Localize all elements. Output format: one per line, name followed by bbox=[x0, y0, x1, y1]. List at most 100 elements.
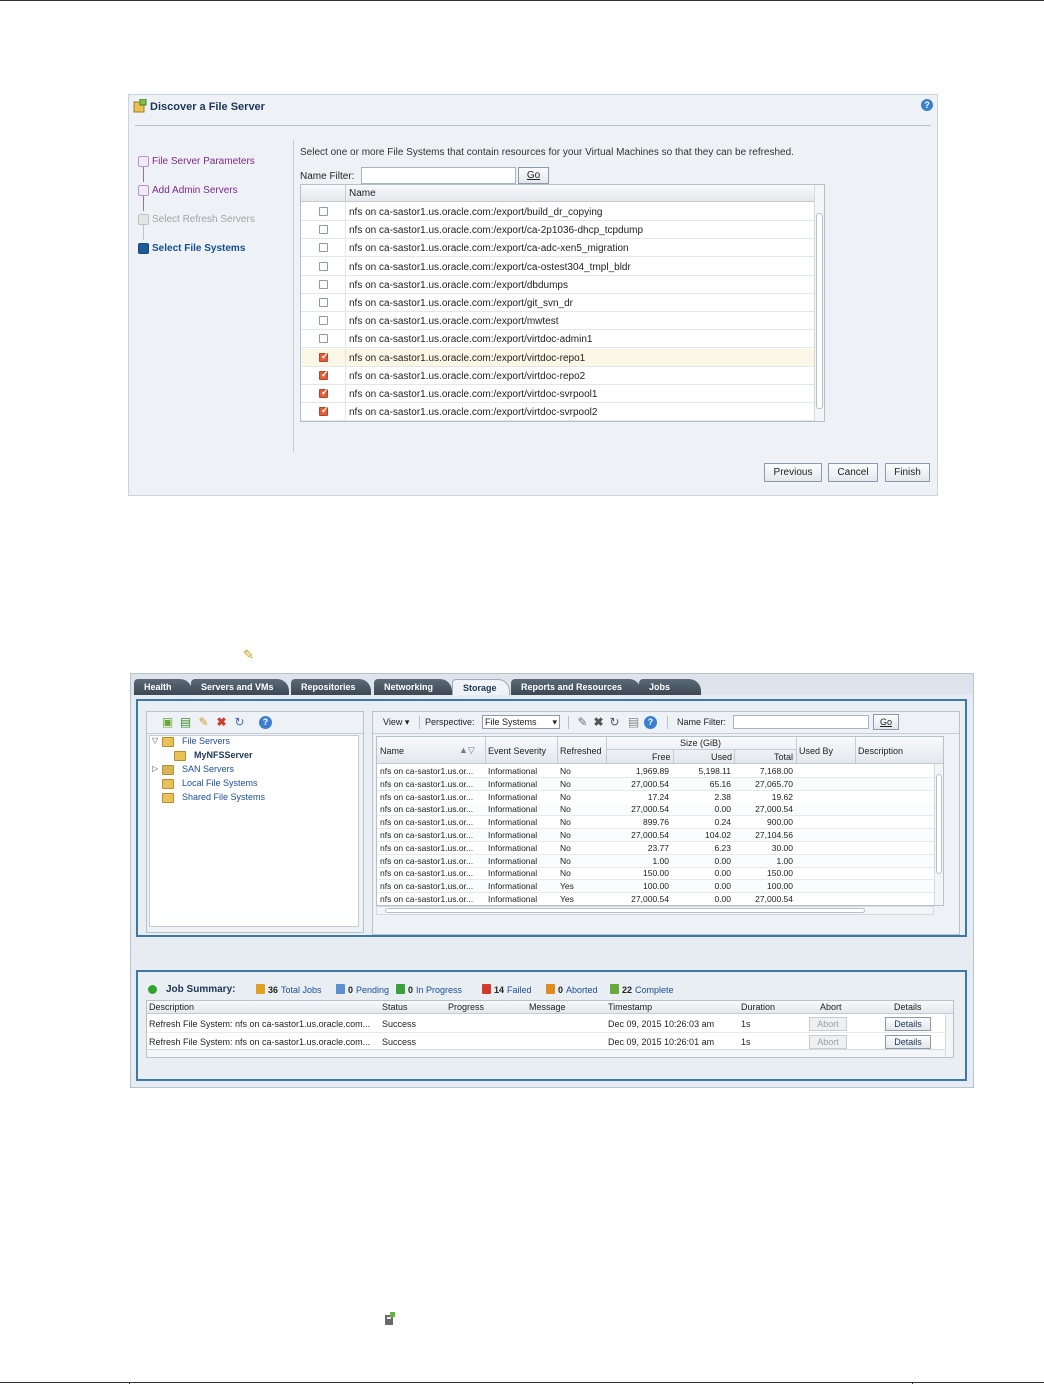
table-row[interactable]: nfs on ca-sastor1.us.or... Informational Y… bbox=[377, 880, 937, 894]
column-header-used[interactable]: Used bbox=[711, 752, 732, 762]
job-stat-failed[interactable]: 14 Failed bbox=[482, 984, 532, 995]
checkbox[interactable] bbox=[319, 334, 328, 344]
horizontal-scrollbar[interactable] bbox=[376, 906, 934, 915]
tab-jobs[interactable]: Jobs bbox=[639, 679, 701, 695]
table-row[interactable]: nfs on ca-sastor1.us.or... Informational N… bbox=[377, 867, 937, 881]
column-header-event-severity[interactable]: Event Severity bbox=[488, 746, 546, 756]
delete-icon[interactable]: ✖ bbox=[215, 716, 228, 729]
job-stat-label[interactable]: Complete bbox=[635, 985, 674, 995]
edit-icon[interactable]: ✎ bbox=[197, 716, 210, 729]
column-header-total[interactable]: Total bbox=[774, 752, 793, 762]
table-row[interactable]: nfs on ca-sastor1.us.or... Informational N… bbox=[377, 842, 937, 855]
list-item[interactable]: nfs on ca-sastor1.us.oracle.com:/export/… bbox=[301, 330, 816, 349]
refresh-icon[interactable]: ↻ bbox=[608, 716, 621, 729]
cancel-button[interactable]: Cancel bbox=[828, 463, 878, 482]
column-header-description[interactable]: Description bbox=[858, 746, 903, 756]
column-header-duration[interactable]: Duration bbox=[741, 1002, 775, 1012]
discover-icon[interactable]: ▤ bbox=[179, 716, 192, 729]
checkbox-checked[interactable] bbox=[319, 351, 329, 362]
column-header-progress[interactable]: Progress bbox=[448, 1002, 484, 1012]
collapse-icon[interactable]: ▽ bbox=[152, 736, 158, 745]
refresh-icon[interactable]: ↻ bbox=[233, 716, 246, 729]
tab-reports-and-resources[interactable]: Reports and Resources bbox=[511, 679, 641, 695]
train-step-select-file-systems[interactable]: Select File Systems bbox=[138, 240, 278, 269]
horizontal-scrollbar[interactable] bbox=[147, 1049, 945, 1057]
help-icon[interactable]: ? bbox=[259, 716, 272, 729]
column-header-details[interactable]: Details bbox=[894, 1002, 922, 1012]
column-header-refreshed[interactable]: Refreshed bbox=[560, 746, 602, 756]
checkbox[interactable] bbox=[319, 207, 328, 216]
tree-node-san-servers[interactable]: SAN Servers bbox=[182, 764, 234, 774]
abort-button[interactable]: Abort bbox=[809, 1035, 847, 1049]
column-header-name[interactable]: Name bbox=[380, 746, 404, 756]
column-header-message[interactable]: Message bbox=[529, 1002, 566, 1012]
checkbox[interactable] bbox=[319, 243, 328, 253]
expand-icon[interactable]: ▷ bbox=[152, 764, 158, 773]
checkbox-checked[interactable] bbox=[319, 405, 329, 417]
go-button[interactable]: Go bbox=[518, 167, 549, 184]
job-stat-complete[interactable]: 22 Complete bbox=[610, 984, 674, 995]
job-stat-total-jobs[interactable]: 36 Total Jobs bbox=[256, 984, 322, 995]
checkbox[interactable] bbox=[319, 261, 328, 271]
job-stat-label[interactable]: Pending bbox=[356, 985, 389, 995]
table-row[interactable]: nfs on ca-sastor1.us.or... Informational N… bbox=[377, 803, 937, 817]
tree-node-local-file-systems[interactable]: Local File Systems bbox=[182, 778, 258, 788]
job-stat-label[interactable]: Aborted bbox=[566, 985, 598, 995]
add-folder-icon[interactable]: ▣ bbox=[161, 716, 174, 729]
table-row[interactable]: nfs on ca-sastor1.us.or... Informational N… bbox=[377, 791, 937, 804]
help-icon[interactable]: ? bbox=[644, 716, 657, 729]
column-header-free[interactable]: Free bbox=[652, 752, 671, 762]
tree-node-file-servers[interactable]: File Servers bbox=[182, 736, 230, 746]
job-stat-pending[interactable]: 0 Pending bbox=[336, 984, 389, 995]
details-button[interactable]: Details bbox=[885, 1017, 931, 1031]
table-row[interactable]: nfs on ca-sastor1.us.or... Informational Y… bbox=[377, 893, 937, 905]
checkbox[interactable] bbox=[319, 279, 328, 289]
vertical-scrollbar[interactable] bbox=[814, 185, 824, 421]
list-item[interactable]: nfs on ca-sastor1.us.oracle.com:/export/… bbox=[301, 257, 816, 276]
column-header-abort[interactable]: Abort bbox=[820, 1002, 842, 1012]
job-stat-aborted[interactable]: 0 Aborted bbox=[546, 984, 598, 995]
column-header-description[interactable]: Description bbox=[149, 1002, 194, 1012]
checkbox[interactable] bbox=[319, 225, 328, 235]
job-stat-label[interactable]: Total Jobs bbox=[281, 985, 322, 995]
name-filter-input[interactable] bbox=[361, 167, 516, 184]
list-item[interactable]: nfs on ca-sastor1.us.oracle.com:/export/… bbox=[301, 294, 816, 312]
tree-node-shared-file-systems[interactable]: Shared File Systems bbox=[182, 792, 265, 802]
list-item[interactable]: nfs on ca-sastor1.us.oracle.com:/export/… bbox=[301, 203, 816, 221]
tab-health[interactable]: Health bbox=[134, 679, 192, 695]
perspective-select[interactable]: File Systems ▾ bbox=[482, 715, 560, 729]
edit-icon[interactable]: ✎ bbox=[576, 716, 589, 729]
tree-node-mynfsserver[interactable]: MyNFSServer bbox=[194, 750, 253, 760]
train-step-add-admin-servers[interactable]: Add Admin Servers bbox=[138, 182, 278, 211]
column-header-status[interactable]: Status bbox=[382, 1002, 408, 1012]
list-item[interactable]: nfs on ca-sastor1.us.oracle.com:/export/… bbox=[301, 348, 816, 367]
sort-icon[interactable]: ▲▽ bbox=[459, 745, 475, 756]
tab-networking[interactable]: Networking bbox=[374, 679, 452, 695]
list-item[interactable]: nfs on ca-sastor1.us.oracle.com:/export/… bbox=[301, 385, 816, 403]
job-stat-in-progress[interactable]: 0 In Progress bbox=[396, 984, 462, 995]
go-button[interactable]: Go bbox=[873, 714, 899, 730]
list-item[interactable]: nfs on ca-sastor1.us.oracle.com:/export/… bbox=[301, 366, 816, 385]
finish-button[interactable]: Finish bbox=[885, 463, 930, 482]
events-icon[interactable]: ▤ bbox=[627, 716, 640, 729]
checkbox[interactable] bbox=[319, 316, 328, 326]
table-row[interactable]: nfs on ca-sastor1.us.or... Informational N… bbox=[377, 816, 937, 830]
list-item[interactable]: nfs on ca-sastor1.us.oracle.com:/export/… bbox=[301, 221, 816, 240]
table-row[interactable]: nfs on ca-sastor1.us.or... Informational N… bbox=[377, 765, 937, 778]
checkbox-checked[interactable] bbox=[319, 387, 329, 398]
tab-repositories[interactable]: Repositories bbox=[291, 679, 371, 695]
job-row[interactable]: Refresh File System: nfs on ca-sastor1.u… bbox=[147, 1015, 947, 1033]
help-icon[interactable]: ? bbox=[921, 99, 933, 111]
abort-button[interactable]: Abort bbox=[809, 1017, 847, 1031]
column-header-timestamp[interactable]: Timestamp bbox=[608, 1002, 652, 1012]
list-item[interactable]: nfs on ca-sastor1.us.oracle.com:/export/… bbox=[301, 403, 816, 421]
list-item[interactable]: nfs on ca-sastor1.us.oracle.com:/export/… bbox=[301, 275, 816, 294]
job-stat-label[interactable]: Failed bbox=[507, 985, 532, 995]
table-row[interactable]: nfs on ca-sastor1.us.or... Informational N… bbox=[377, 829, 937, 842]
column-header-used-by[interactable]: Used By bbox=[799, 746, 833, 756]
column-header-name[interactable]: Name bbox=[349, 188, 376, 199]
job-stat-label[interactable]: In Progress bbox=[416, 985, 462, 995]
view-menu[interactable]: View ▾ bbox=[383, 717, 409, 728]
checkbox-checked[interactable] bbox=[319, 369, 329, 380]
table-row[interactable]: nfs on ca-sastor1.us.or... Informational N… bbox=[377, 854, 937, 868]
